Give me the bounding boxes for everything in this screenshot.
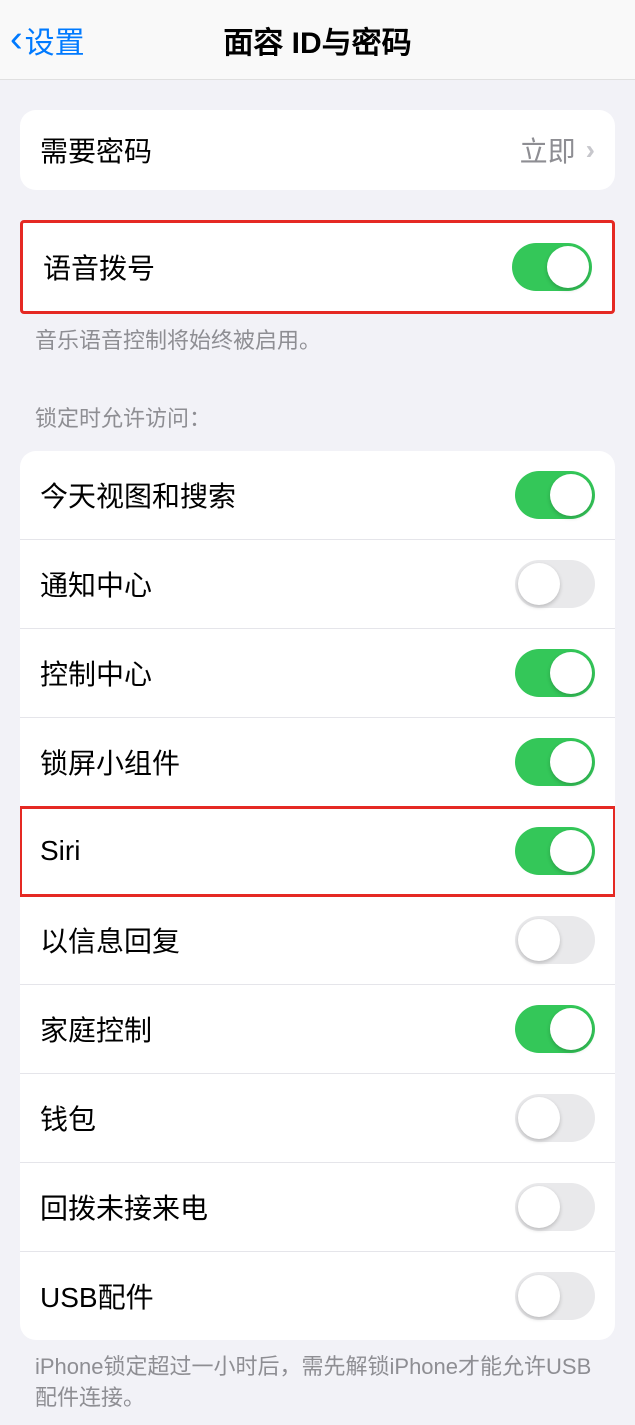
locked-access-group: 今天视图和搜索 通知中心 控制中心 锁屏小组件 Siri xyxy=(20,451,615,1340)
lock-screen-widgets-toggle[interactable] xyxy=(515,738,595,786)
voice-dial-toggle[interactable] xyxy=(512,243,592,291)
locked-access-header: 锁定时允许访问： xyxy=(0,393,635,441)
toggle-knob xyxy=(518,919,560,961)
reply-with-message-toggle[interactable] xyxy=(515,916,595,964)
page-title: 面容 ID与密码 xyxy=(0,18,635,62)
return-missed-calls-row: 回拨未接来电 xyxy=(20,1163,615,1252)
row-label: 控制中心 xyxy=(40,653,152,693)
toggle-knob xyxy=(550,830,592,872)
siri-row: Siri xyxy=(20,807,615,896)
home-control-row: 家庭控制 xyxy=(20,985,615,1074)
toggle-knob xyxy=(547,246,589,288)
toggle-knob xyxy=(550,652,592,694)
today-view-toggle[interactable] xyxy=(515,471,595,519)
row-label: 锁屏小组件 xyxy=(40,742,180,782)
voice-dial-footer: 音乐语音控制将始终被启用。 xyxy=(0,314,635,369)
row-label: Siri xyxy=(40,835,80,867)
control-center-row: 控制中心 xyxy=(20,629,615,718)
chevron-right-icon: › xyxy=(586,134,595,166)
wallet-toggle[interactable] xyxy=(515,1094,595,1142)
toggle-knob xyxy=(550,474,592,516)
toggle-knob xyxy=(518,1097,560,1139)
back-button[interactable]: ‹ 设置 xyxy=(10,18,85,62)
chevron-left-icon: ‹ xyxy=(10,18,23,61)
passcode-required-group: 需要密码 立即 › xyxy=(20,110,615,190)
toggle-knob xyxy=(518,1186,560,1228)
usb-accessories-toggle[interactable] xyxy=(515,1272,595,1320)
toggle-knob xyxy=(550,1008,592,1050)
notification-center-toggle[interactable] xyxy=(515,560,595,608)
home-control-toggle[interactable] xyxy=(515,1005,595,1053)
toggle-knob xyxy=(550,741,592,783)
locked-access-footer: iPhone锁定超过一小时后，需先解锁iPhone才能允许USB配件连接。 xyxy=(0,1340,635,1425)
toggle-knob xyxy=(518,1275,560,1317)
row-label: 家庭控制 xyxy=(40,1009,152,1049)
row-label: USB配件 xyxy=(40,1276,154,1316)
lock-screen-widgets-row: 锁屏小组件 xyxy=(20,718,615,807)
wallet-row: 钱包 xyxy=(20,1074,615,1163)
row-label: 钱包 xyxy=(40,1098,96,1138)
toggle-knob xyxy=(518,563,560,605)
return-missed-calls-toggle[interactable] xyxy=(515,1183,595,1231)
row-label: 回拨未接来电 xyxy=(40,1187,208,1227)
control-center-toggle[interactable] xyxy=(515,649,595,697)
row-label: 今天视图和搜索 xyxy=(40,475,236,515)
row-label: 通知中心 xyxy=(40,564,152,604)
passcode-required-value: 立即 xyxy=(520,130,576,170)
today-view-row: 今天视图和搜索 xyxy=(20,451,615,540)
passcode-required-label: 需要密码 xyxy=(40,130,152,170)
usb-accessories-row: USB配件 xyxy=(20,1252,615,1340)
notification-center-row: 通知中心 xyxy=(20,540,615,629)
reply-with-message-row: 以信息回复 xyxy=(20,896,615,985)
back-label: 设置 xyxy=(25,18,85,62)
voice-dial-group: 语音拨号 xyxy=(20,220,615,314)
navigation-header: ‹ 设置 面容 ID与密码 xyxy=(0,0,635,80)
passcode-required-row[interactable]: 需要密码 立即 › xyxy=(20,110,615,190)
voice-dial-row: 语音拨号 xyxy=(23,223,612,311)
voice-dial-label: 语音拨号 xyxy=(43,247,155,287)
siri-toggle[interactable] xyxy=(515,827,595,875)
row-label: 以信息回复 xyxy=(40,920,180,960)
